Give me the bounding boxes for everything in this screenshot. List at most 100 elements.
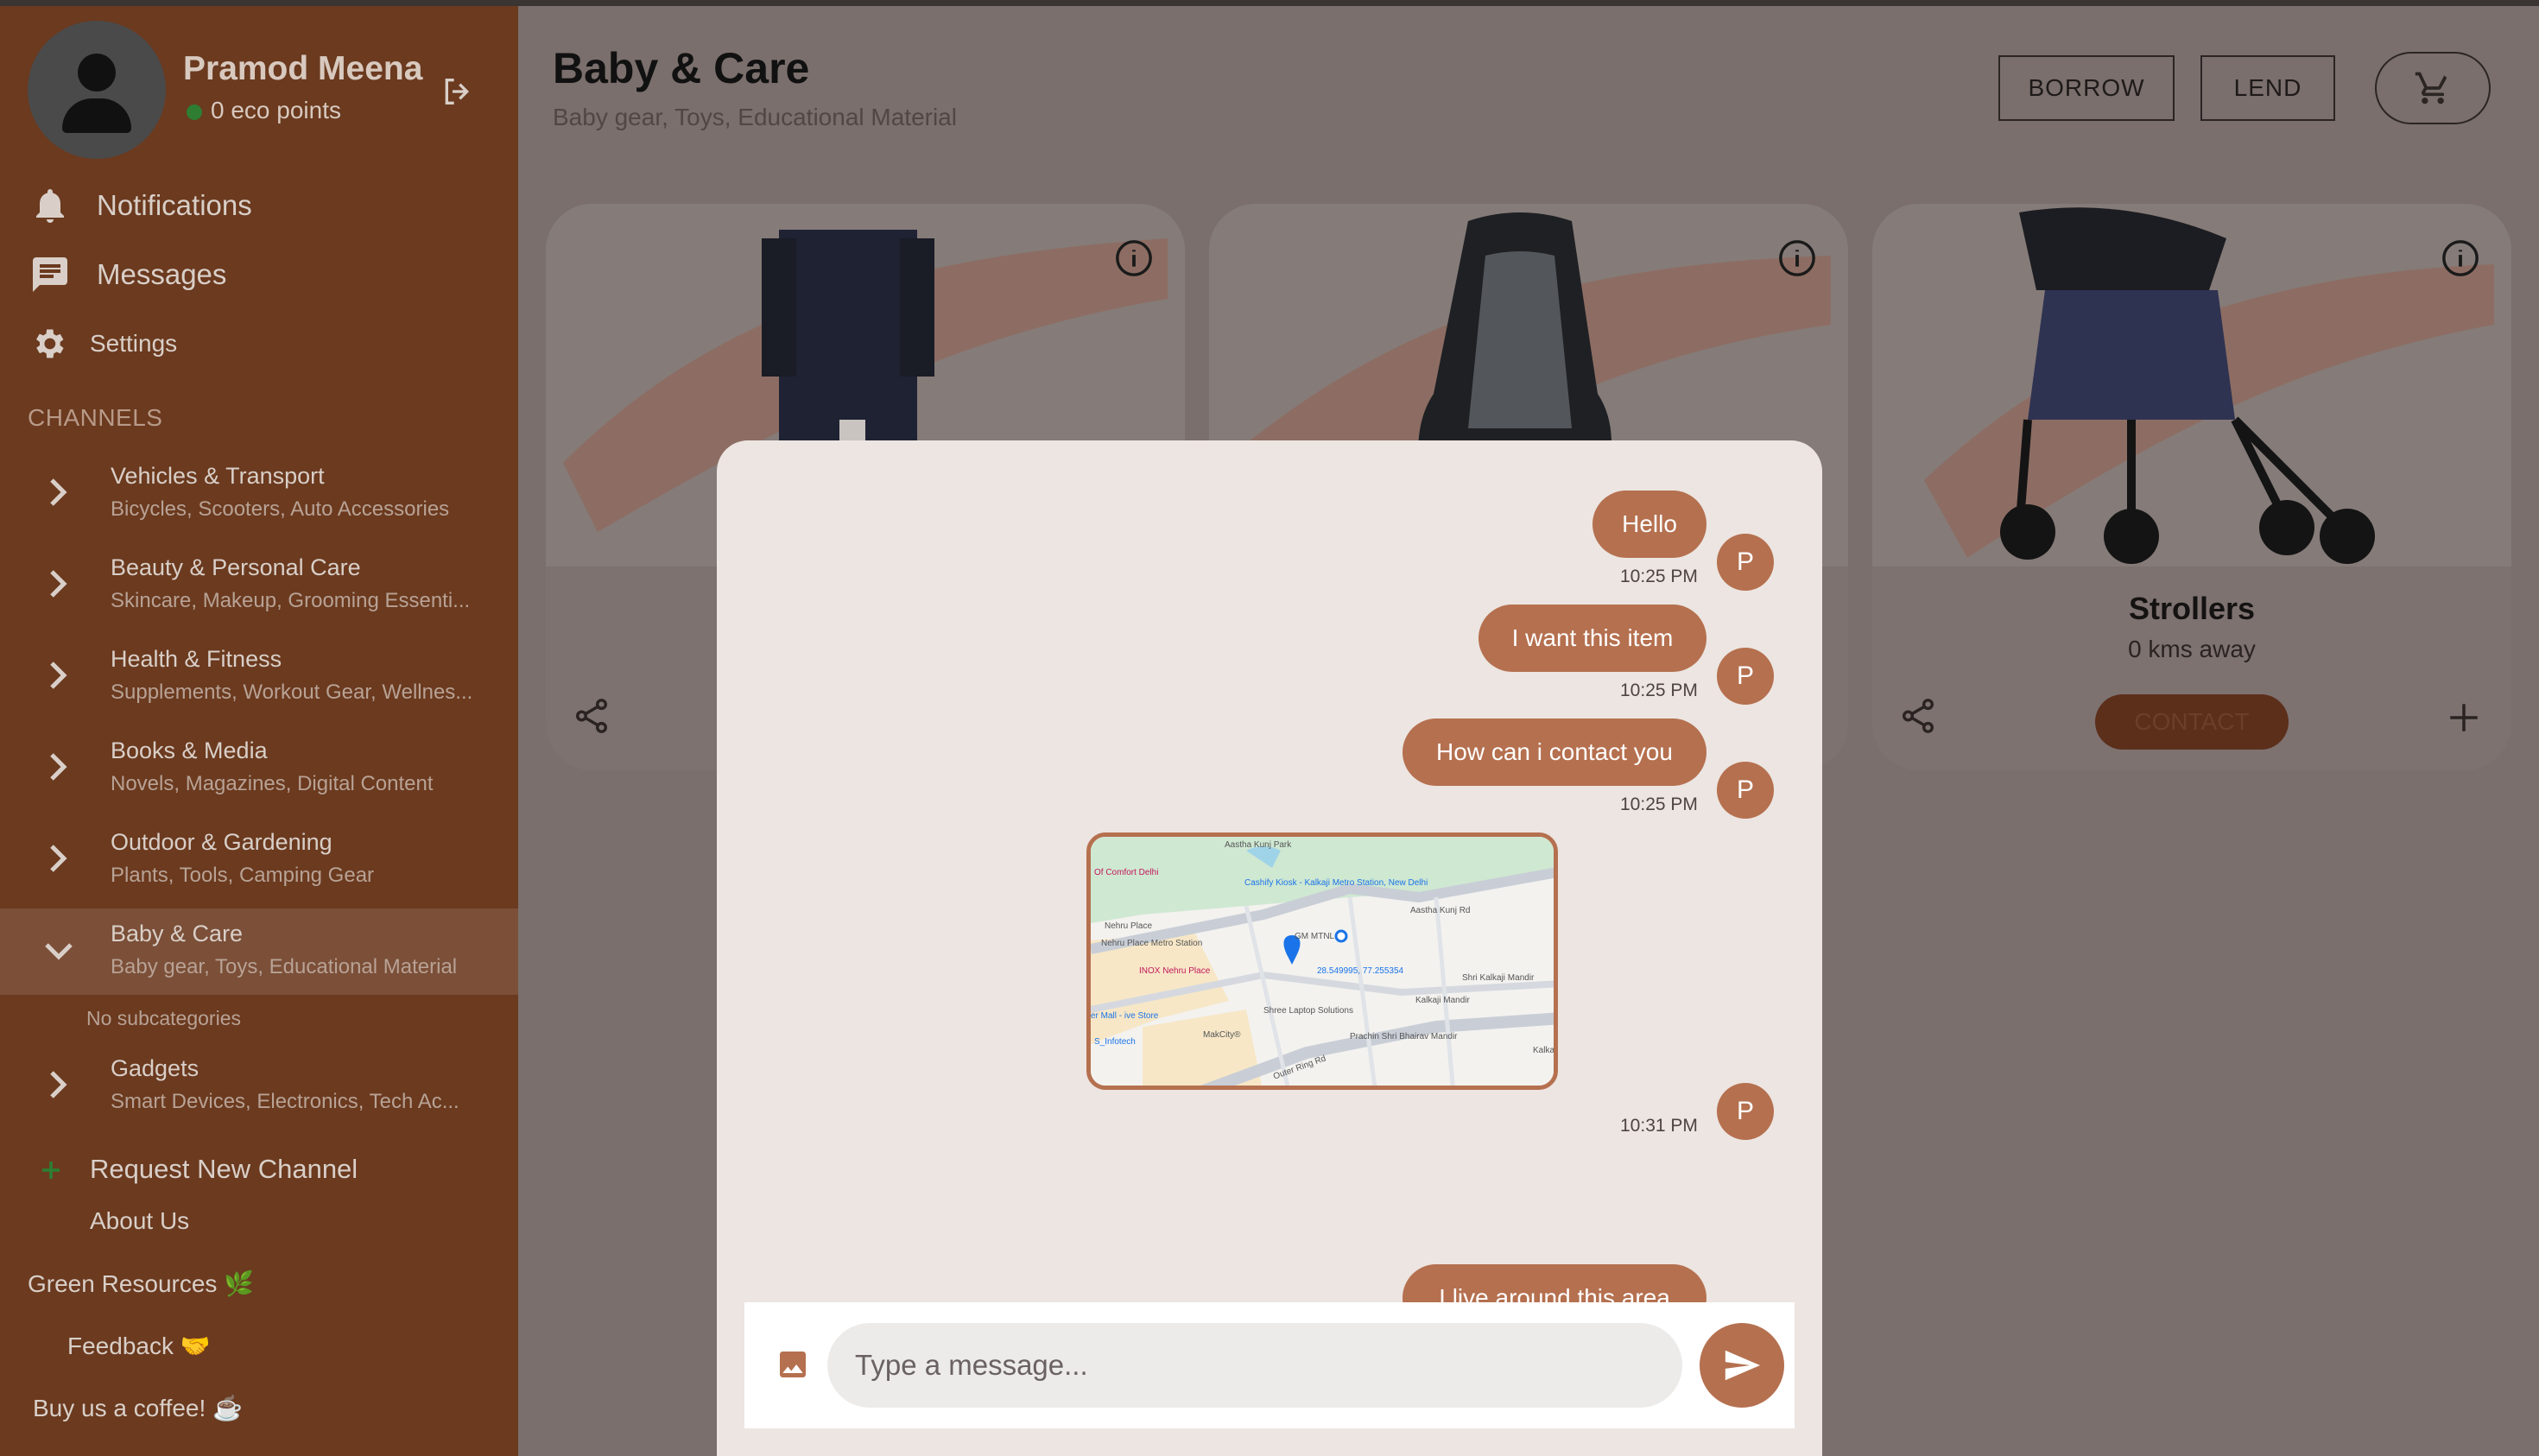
sender-avatar: P [1717,1083,1774,1140]
nav-notifications-label: Notifications [97,189,252,221]
chat-message-bubble: I want this item [1478,605,1706,672]
contact-button[interactable]: CONTACT [2095,694,2289,750]
feedback-link[interactable]: Feedback 🤝 [67,1332,211,1360]
channel-item-gadgets[interactable]: Gadgets Smart Devices, Electronics, Tech… [0,1043,518,1130]
channel-item-beauty[interactable]: Beauty & Personal Care Skincare, Makeup,… [0,542,518,629]
map-label: INOX Nehru Place [1139,966,1211,976]
sidebar: Pramod Meena 0 eco points Notifications … [0,0,518,1456]
eco-points-label: 0 eco points [211,97,341,123]
eco-dot-icon [187,104,202,120]
map-label: er Mall - ive Store [1091,1011,1159,1021]
avatar-body [62,98,131,133]
chat-message-bubble: How can i contact you [1402,719,1706,786]
eco-points: 0 eco points [187,97,341,124]
channel-title: Outdoor & Gardening [111,829,332,855]
avatar-head [78,54,116,92]
nav-settings[interactable]: Settings [29,325,177,363]
chevron-right-icon [50,570,67,598]
map-label: Shree Laptop Solutions [1263,1006,1353,1016]
user-name: Pramod Meena [183,50,423,87]
window-top-border [0,0,2539,6]
channel-item-vehicles[interactable]: Vehicles & Transport Bicycles, Scooters,… [0,451,518,537]
sender-avatar: P [1717,762,1774,819]
cart-icon [2415,72,2447,104]
map-label: MakCity® [1203,1030,1241,1040]
stroller-image [1872,204,2511,567]
plus-icon [42,1162,60,1179]
chevron-right-icon [50,845,67,872]
chevron-right-icon [50,478,67,506]
channel-title: Books & Media [111,737,268,763]
map-label: GM MTNL [1295,932,1335,941]
location-map-message[interactable]: Aastha Kunj Park Of Comfort Delhi Cashif… [1086,832,1558,1090]
page-subtitle: Baby gear, Toys, Educational Material [553,104,957,130]
share-icon[interactable] [572,696,611,736]
chat-message-bubble: Hello [1592,491,1706,558]
user-avatar[interactable] [28,21,166,159]
about-us-link[interactable]: About Us [90,1207,189,1235]
map-label: Nehru Place [1105,921,1153,931]
chevron-right-icon [50,1071,67,1098]
image-attach-icon[interactable] [776,1347,810,1382]
message-input[interactable] [827,1323,1682,1408]
add-icon[interactable] [2446,700,2482,736]
map-label: Shri Kalkaji Mandir [1462,973,1535,983]
channel-title: Baby & Care [111,921,244,946]
map-label: Nehru Place Metro Station [1101,939,1203,948]
channel-subtitle: Bicycles, Scooters, Auto Accessories [111,497,450,521]
sender-avatar: P [1717,648,1774,705]
channel-item-health[interactable]: Health & Fitness Supplements, Workout Ge… [0,634,518,720]
page-title: Baby & Care [553,44,810,92]
info-icon[interactable] [1114,238,1154,278]
map-label: Prachin Shri Bhairav Mandir [1350,1032,1458,1041]
map-label: Kalka [1533,1046,1555,1055]
channel-item-books[interactable]: Books & Media Novels, Magazines, Digital… [0,725,518,812]
channel-title: Vehicles & Transport [111,463,325,489]
chat-icon [33,257,67,292]
logout-icon[interactable] [437,74,477,109]
map-label: Cashify Kiosk - Kalkaji Metro Station, N… [1244,878,1428,888]
channel-item-outdoor[interactable]: Outdoor & Gardening Plants, Tools, Campi… [0,817,518,903]
map-label: Aastha Kunj Rd [1410,906,1471,915]
request-new-channel-button[interactable]: Request New Channel [90,1154,358,1185]
info-icon[interactable] [2441,238,2480,278]
channel-subtitle: Skincare, Makeup, Grooming Essenti... [111,589,471,612]
channel-subtitle: Smart Devices, Electronics, Tech Ac... [111,1090,459,1113]
chat-modal: Hello 10:25 PM P I want this item 10:25 … [717,440,1822,1456]
nav-messages-label: Messages [97,258,227,290]
map-image [1091,837,1554,1086]
buy-coffee-link[interactable]: Buy us a coffee! ☕ [33,1394,243,1422]
chevron-down-icon [45,943,73,960]
lend-button[interactable]: LEND [2200,55,2335,121]
channel-subtitle: Novels, Magazines, Digital Content [111,772,434,795]
channel-title: Gadgets [111,1055,199,1081]
channel-title: Beauty & Personal Care [111,554,361,580]
channel-item-baby-care[interactable]: Baby & Care Baby gear, Toys, Educational… [0,908,518,995]
message-time: 10:25 PM [1620,794,1698,814]
map-label: Aastha Kunj Park [1225,840,1292,850]
gear-icon [36,329,64,358]
green-resources-link[interactable]: Green Resources 🌿 [28,1269,254,1298]
channels-header: CHANNELS [28,404,163,431]
channel-subtitle: Supplements, Workout Gear, Wellnes... [111,681,473,704]
borrow-button[interactable]: BORROW [1998,55,2175,121]
map-label: Of Comfort Delhi [1094,868,1159,877]
nav-notifications[interactable]: Notifications [29,185,252,226]
info-icon[interactable] [1777,238,1817,278]
map-label: 28.549995, 77.255354 [1317,966,1404,976]
message-time: 10:25 PM [1620,567,1698,586]
product-distance: 0 kms away [2128,636,2256,662]
chevron-right-icon [50,662,67,689]
chevron-right-icon [50,753,67,781]
product-name: Strollers [2128,591,2256,626]
share-icon[interactable] [1898,696,1938,736]
channel-subtitle: Baby gear, Toys, Educational Material [111,955,458,978]
nav-messages[interactable]: Messages [29,254,226,295]
message-composer [744,1302,1795,1428]
sender-avatar: P [1717,534,1774,591]
channel-title: Health & Fitness [111,646,282,672]
send-button[interactable] [1700,1323,1784,1408]
product-card-strollers[interactable]: Strollers 0 kms away CONTACT [1872,204,2511,770]
cart-button[interactable] [2375,52,2491,124]
send-icon [1725,1350,1761,1381]
